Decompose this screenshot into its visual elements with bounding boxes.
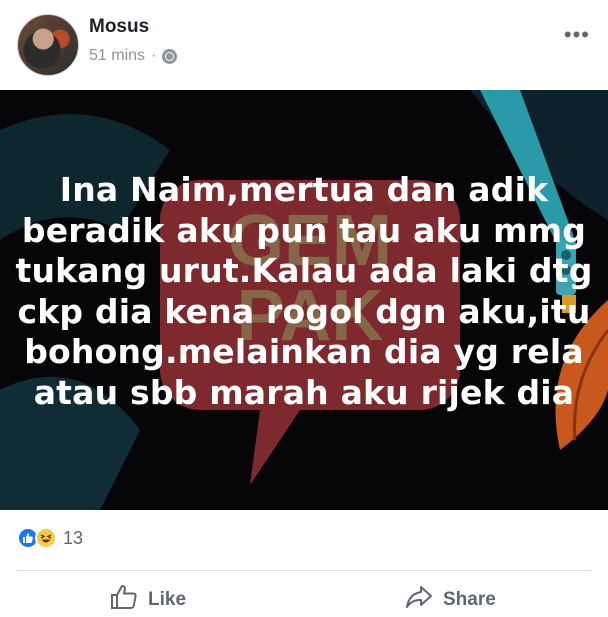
share-button[interactable]: Share	[405, 584, 496, 616]
image-text-line: ckp dia kena rogol dgn aku,itu	[17, 291, 591, 331]
post-time[interactable]: 51 mins	[89, 47, 145, 65]
share-label: Share	[443, 589, 496, 610]
like-label: Like	[148, 589, 187, 610]
thumbs-up-icon	[110, 584, 138, 616]
haha-reaction-icon	[35, 527, 57, 549]
image-text-line: bohong.melainkan dia yg rela	[24, 332, 584, 371]
globe-icon	[162, 48, 178, 64]
image-text-line: tukang urut.Kalau ada laki dtg	[15, 251, 593, 290]
avatar[interactable]	[17, 14, 79, 76]
post-meta: 51 mins ·	[89, 47, 178, 65]
image-text-line: beradik aku pun tau aku mmg	[21, 210, 587, 250]
reaction-summary[interactable]: 13	[17, 527, 83, 549]
share-arrow-icon	[405, 584, 433, 616]
like-button[interactable]: Like	[110, 584, 186, 616]
image-text: Ina Naim,mertua dan adik beradik aku pun…	[0, 170, 608, 413]
divider	[17, 570, 591, 571]
post-header: Mosus 51 mins · •••	[0, 0, 608, 90]
image-text-line: atau sbb marah aku rijek dia	[33, 372, 575, 412]
more-options-icon[interactable]: •••	[564, 24, 590, 46]
post-image[interactable]: GEM PAK Ina Naim,mertua dan adik beradik…	[0, 90, 608, 510]
image-text-line: Ina Naim,mertua dan adik	[59, 170, 549, 209]
reaction-count: 13	[63, 527, 84, 548]
author-name[interactable]: Mosus	[89, 16, 149, 38]
meta-separator: ·	[151, 47, 157, 64]
